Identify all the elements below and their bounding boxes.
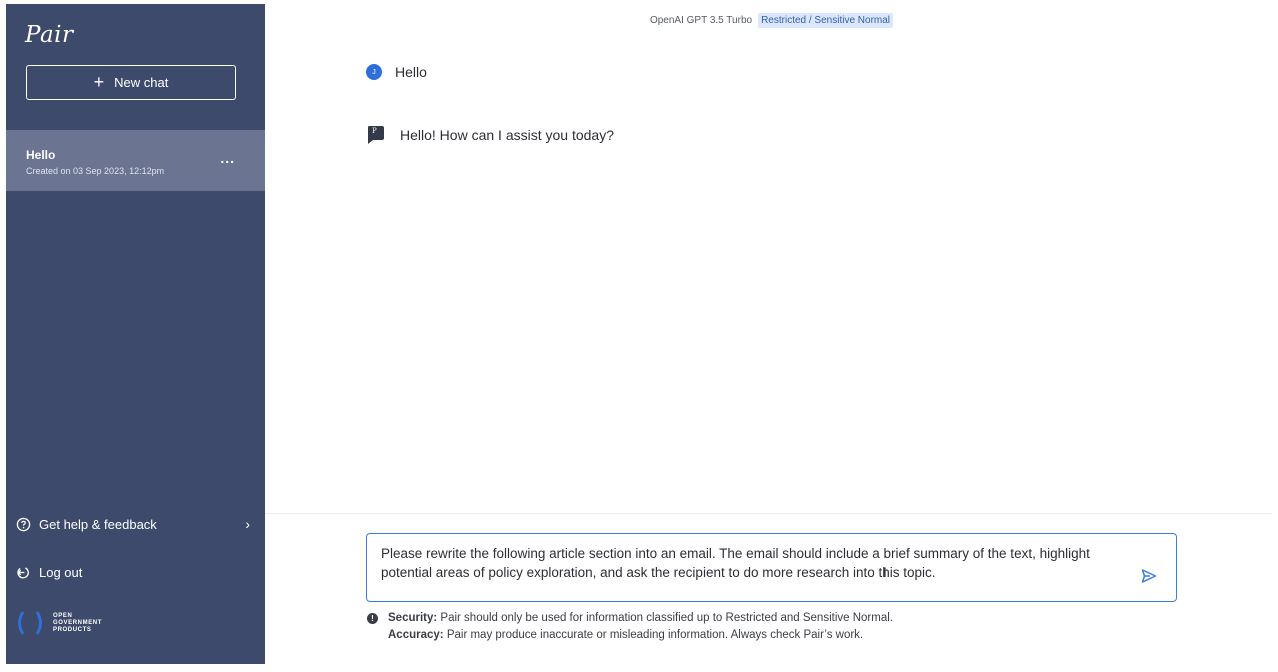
accuracy-label: Accuracy: (388, 629, 444, 641)
assistant-avatar-letter: P (372, 127, 377, 135)
ogp-text-line: PRODUCTS (53, 626, 92, 633)
composer-divider (265, 513, 1272, 514)
message-user: J Hello (366, 64, 427, 80)
model-name: OpenAI GPT 3.5 Turbo (649, 15, 753, 26)
model-header: OpenAI GPT 3.5 Turbo Restricted / Sensit… (265, 13, 1278, 28)
ogp-logo: OPEN GOVERNMENT PRODUCTS (15, 609, 102, 637)
help-feedback-label: Get help & feedback (39, 516, 157, 532)
ogp-text-line: GOVERNMENT (53, 619, 103, 626)
app-logo: Pair (25, 22, 74, 48)
chat-list-item[interactable]: Hello Created on 03 Sep 2023, 12:12pm ..… (6, 130, 265, 191)
logout-label: Log out (39, 564, 83, 580)
plus-icon: + (93, 71, 105, 92)
new-chat-button[interactable]: + New chat (26, 65, 236, 100)
info-icon: ! (367, 613, 378, 624)
message-text: Hello (395, 64, 427, 80)
chat-main: OpenAI GPT 3.5 Turbo Restricted / Sensit… (265, 0, 1278, 672)
sidebar: Pair + New chat Hello Created on 03 Sep … (6, 4, 265, 664)
assistant-avatar: P (366, 125, 385, 144)
security-text: Pair should only be used for information… (437, 612, 893, 624)
message-input-value: Please rewrite the following article sec… (381, 546, 1090, 580)
chevron-right-icon: › (245, 516, 250, 532)
message-input[interactable]: Please rewrite the following article sec… (366, 533, 1177, 602)
disclaimer: ! Security: Pair should only be used for… (367, 610, 893, 644)
security-label: Security: (388, 612, 438, 624)
ogp-brackets-icon (18, 611, 42, 635)
chat-created-date: Created on 03 Sep 2023, 12:12pm (26, 166, 165, 176)
logout-icon (17, 566, 29, 578)
accuracy-text: Pair may produce inaccurate or misleadin… (443, 629, 864, 641)
new-chat-label: New chat (114, 75, 169, 90)
message-assistant: P Hello! How can I assist you today? (366, 125, 614, 144)
help-feedback-link[interactable]: Get help & feedback › (16, 512, 256, 536)
message-text: Hello! How can I assist you today? (400, 126, 614, 143)
logout-link[interactable]: Log out (16, 560, 256, 584)
classification-badge: Restricted / Sensitive Normal (758, 13, 894, 28)
help-circle-icon (16, 517, 31, 531)
user-avatar: J (366, 64, 382, 80)
text-cursor-icon: I (883, 564, 887, 580)
chat-more-options-icon[interactable]: ... (220, 150, 235, 166)
send-icon[interactable] (1140, 567, 1158, 585)
ogp-text-line: OPEN (53, 612, 73, 619)
